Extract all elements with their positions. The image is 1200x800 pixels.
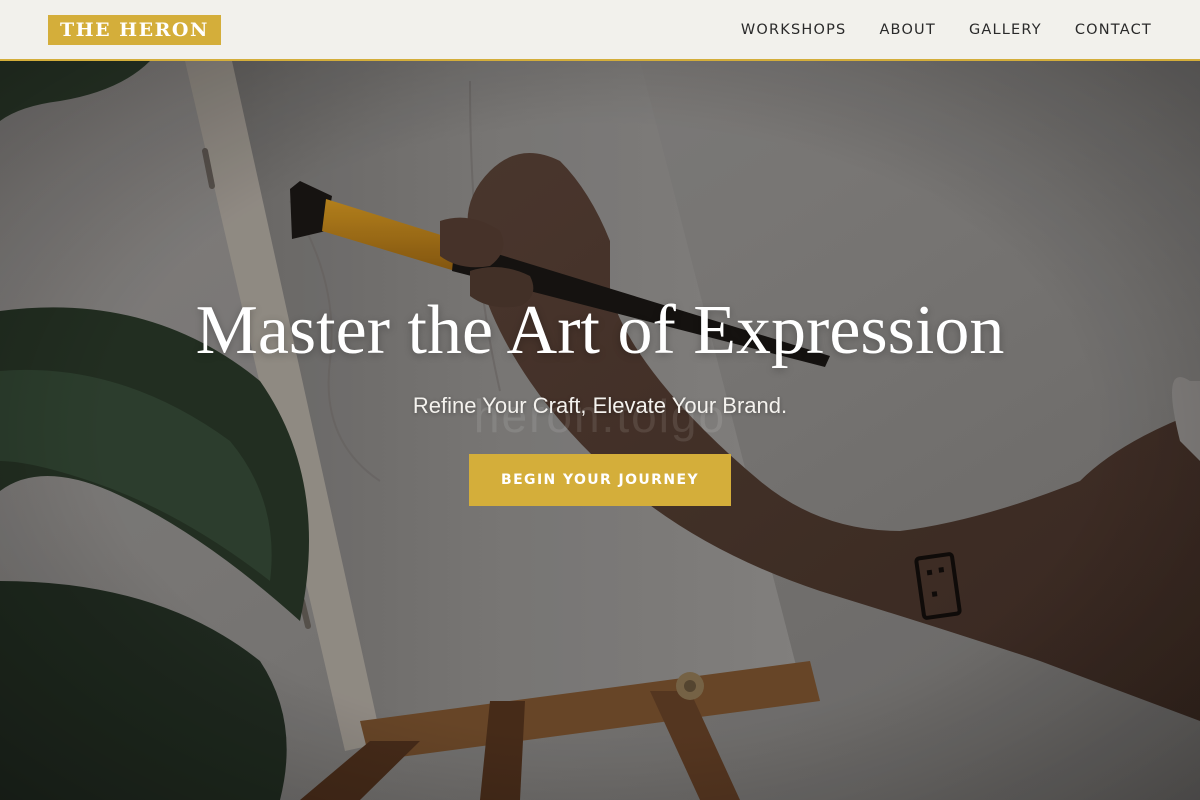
nav-link-contact[interactable]: CONTACT — [1075, 20, 1152, 40]
site-header: THE HERON WORKSHOPS ABOUT GALLERY CONTAC… — [0, 0, 1200, 61]
nav-link-workshops[interactable]: WORKSHOPS — [741, 20, 847, 40]
main-nav: WORKSHOPS ABOUT GALLERY CONTACT — [741, 20, 1152, 40]
begin-journey-button[interactable]: BEGIN YOUR JOURNEY — [469, 454, 731, 506]
nav-link-about[interactable]: ABOUT — [879, 20, 936, 40]
hero-content: heron.tolgo Master the Art of Expression… — [0, 61, 1200, 800]
hero-title: Master the Art of Expression — [195, 292, 1005, 369]
nav-link-gallery[interactable]: GALLERY — [969, 20, 1042, 40]
hero-section: heron.tolgo Master the Art of Expression… — [0, 61, 1200, 800]
brand-logo[interactable]: THE HERON — [48, 15, 221, 45]
hero-subtitle: Refine Your Craft, Elevate Your Brand. — [412, 393, 788, 418]
